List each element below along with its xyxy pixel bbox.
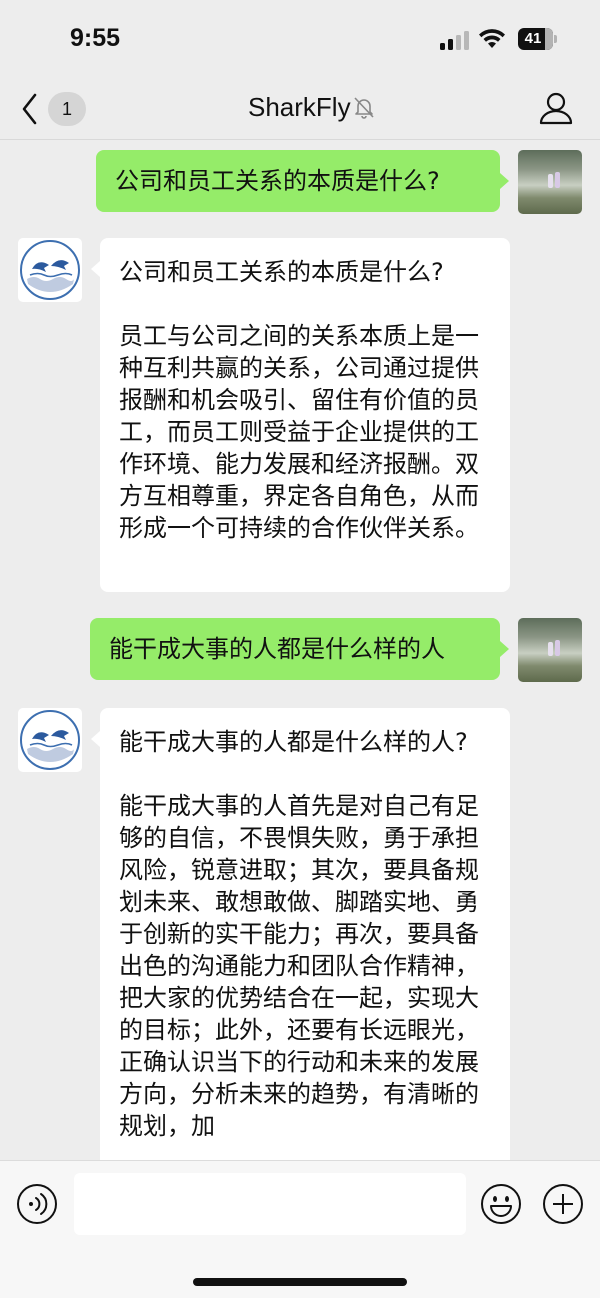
home-indicator[interactable] [193,1278,407,1286]
chat-header: 1 SharkFly [0,80,600,140]
input-bar [0,1160,600,1298]
bot-avatar[interactable] [18,708,82,772]
unread-count-badge: 1 [48,92,86,126]
wifi-icon [479,29,505,48]
message-answer: 能干成大事的人首先是对自己有足够的自信，不畏惧失败，勇于承担风险，锐意进取；其次… [119,792,479,1140]
message-text: 能干成大事的人都是什么样的人 [109,635,445,663]
voice-icon[interactable] [16,1183,58,1225]
incoming-message-bubble[interactable]: 公司和员工关系的本质是什么? 员工与公司之间的关系本质上是一种互利共赢的关系，公… [100,238,510,592]
emoji-icon[interactable] [480,1183,522,1225]
message-question: 能干成大事的人都是什么样的人? [119,728,468,756]
chat-title: SharkFly [248,92,351,122]
dolphin-logo-icon [20,240,80,300]
message-question: 公司和员工关系的本质是什么? [119,258,444,286]
my-avatar[interactable] [518,150,582,214]
outgoing-message-bubble[interactable]: 公司和员工关系的本质是什么? [96,150,500,212]
message-input[interactable] [74,1173,466,1235]
battery-icon: 41 [518,28,558,50]
cellular-signal-icon [440,30,470,50]
back-button[interactable]: 1 [20,90,90,130]
status-bar: 9:55 41 [0,0,600,80]
message-text: 公司和员工关系的本质是什么? [115,167,440,195]
incoming-message-bubble[interactable]: 能干成大事的人都是什么样的人? 能干成大事的人首先是对自己有足够的自信，不畏惧失… [100,708,510,1160]
outgoing-message-bubble[interactable]: 能干成大事的人都是什么样的人 [90,618,500,680]
dolphin-logo-icon [20,710,80,770]
chevron-left-icon [22,93,37,125]
bot-avatar[interactable] [18,238,82,302]
plus-icon[interactable] [542,1183,584,1225]
status-time: 9:55 [70,24,121,52]
profile-icon[interactable] [538,90,574,126]
battery-level: 41 [524,30,542,47]
my-avatar[interactable] [518,618,582,682]
mute-bell-icon [354,97,374,119]
message-answer: 员工与公司之间的关系本质上是一种互利共赢的关系，公司通过提供报酬和机会吸引、留住… [119,322,479,542]
